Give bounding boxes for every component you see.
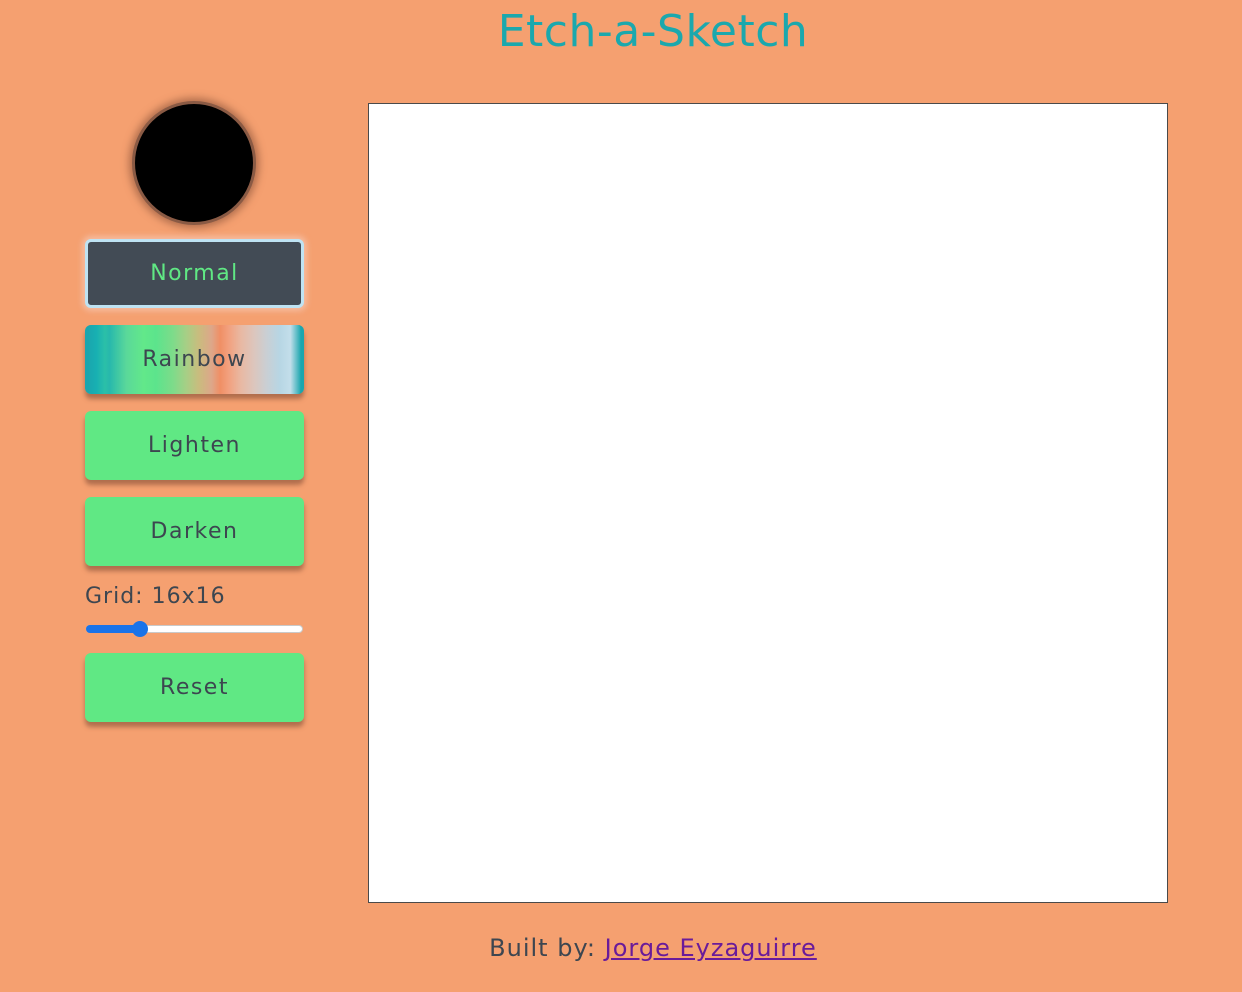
slider-thumb[interactable] — [132, 621, 149, 637]
footer-prefix: Built by: — [489, 934, 605, 962]
page-title: Etch-a-Sketch — [497, 6, 809, 57]
footer: Built by: Jorge Eyzaguirre — [0, 934, 1242, 962]
reset-button[interactable]: Reset — [85, 653, 304, 722]
grid-size-label: Grid: 16x16 — [85, 584, 226, 609]
darken-mode-button[interactable]: Darken — [85, 497, 304, 566]
grid-size-slider[interactable] — [86, 621, 303, 637]
rainbow-mode-button[interactable]: Rainbow — [85, 325, 304, 394]
color-picker[interactable] — [132, 101, 256, 225]
author-link[interactable]: Jorge Eyzaguirre — [605, 934, 817, 962]
lighten-mode-button[interactable]: Lighten — [85, 411, 304, 480]
sketch-canvas[interactable] — [368, 103, 1168, 903]
normal-mode-button[interactable]: Normal — [85, 239, 304, 308]
